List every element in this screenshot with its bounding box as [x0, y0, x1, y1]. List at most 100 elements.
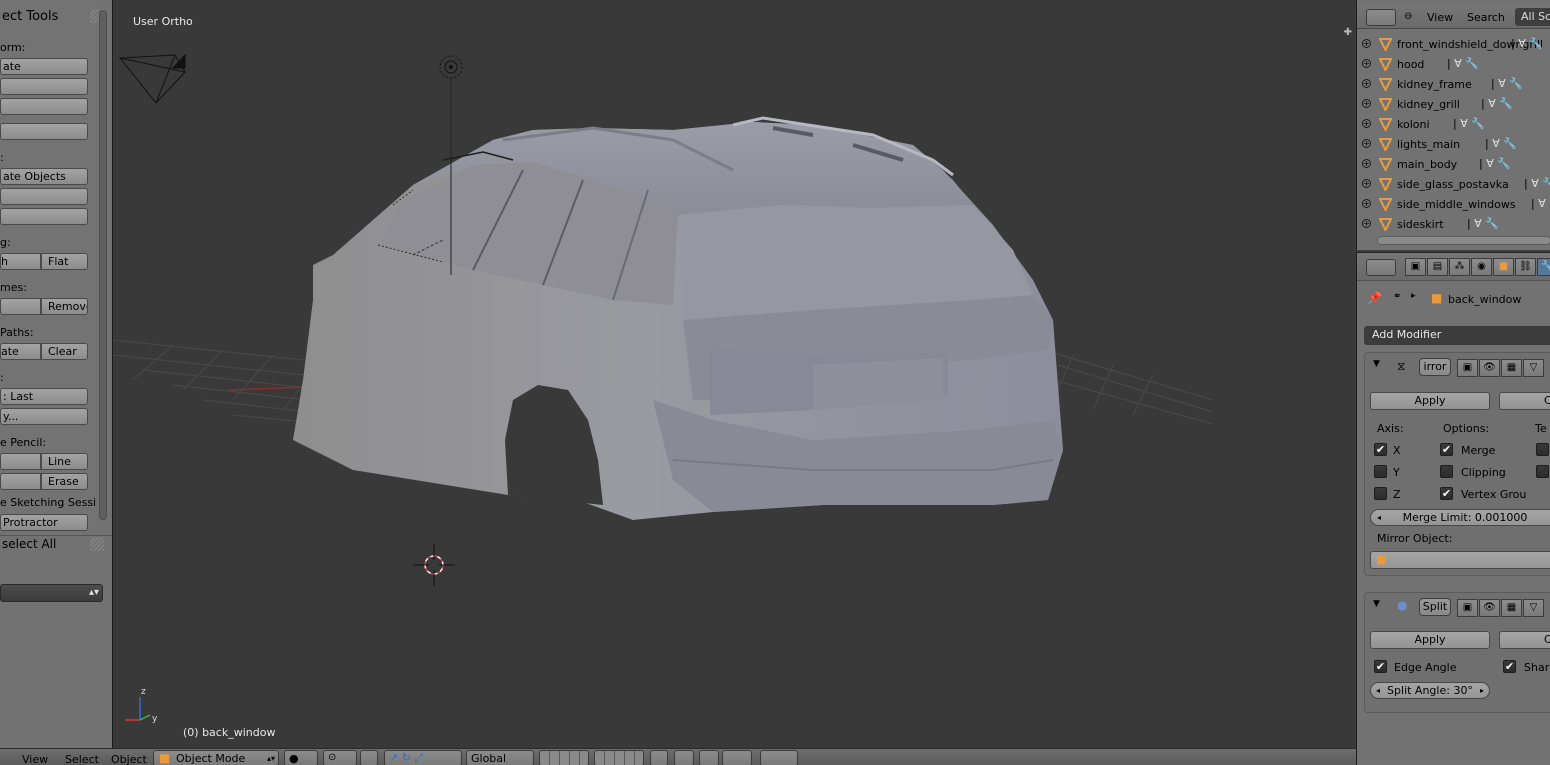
- outliner-item[interactable]: + lights_main | ∀ 🔧: [1357, 135, 1550, 155]
- object-menu[interactable]: Object: [111, 753, 147, 765]
- clear-path-button[interactable]: Clear: [41, 343, 88, 360]
- outliner-view-menu[interactable]: View: [1427, 11, 1453, 24]
- pin-icon[interactable]: 📌: [1367, 291, 1382, 305]
- render-buttons[interactable]: [760, 750, 798, 765]
- modifier-name-field[interactable]: Split: [1419, 598, 1451, 616]
- outliner-item-name[interactable]: lights_main: [1397, 138, 1460, 151]
- merge-limit-field[interactable]: ◂ Merge Limit: 0.001000: [1370, 509, 1550, 526]
- repeat-last-button[interactable]: : Last: [0, 388, 88, 405]
- split-angle-field[interactable]: ◂ Split Angle: 30° ▸: [1370, 682, 1490, 699]
- editmode-toggle-icon[interactable]: ▦: [1501, 599, 1522, 617]
- render-toggle-icon[interactable]: ▣: [1457, 359, 1478, 377]
- outliner-item-name[interactable]: sideskirt: [1397, 218, 1444, 231]
- sketching-session-toggle[interactable]: e Sketching Sessi: [0, 496, 96, 509]
- mesh-data-icon[interactable]: ∀: [1474, 217, 1482, 230]
- decrement-arrow-icon[interactable]: ◂: [1377, 510, 1381, 525]
- wrench-icon[interactable]: 🔧: [1471, 117, 1485, 130]
- mesh-data-icon[interactable]: ∀: [1531, 177, 1539, 190]
- collapse-triangle-icon[interactable]: ▼: [1373, 359, 1380, 369]
- edge-angle-checkbox[interactable]: ✔: [1374, 660, 1387, 673]
- wrench-icon[interactable]: 🔧: [1485, 217, 1499, 230]
- expand-icon[interactable]: +: [1362, 119, 1371, 128]
- collapse-icon[interactable]: ⊖: [1404, 11, 1412, 22]
- pivot-dropdown[interactable]: ⊙: [323, 750, 357, 765]
- outliner-item-name[interactable]: main_body: [1397, 158, 1457, 171]
- draw-button[interactable]: [0, 453, 41, 470]
- shading-mode-dropdown[interactable]: ●: [284, 750, 318, 765]
- editor-type-dropdown[interactable]: [1366, 9, 1396, 26]
- tool-shelf-scrollbar[interactable]: [99, 10, 107, 520]
- axis-x-checkbox[interactable]: ✔: [1374, 443, 1387, 456]
- pivot-only-locations-button[interactable]: [360, 750, 378, 765]
- expand-icon[interactable]: +: [1362, 99, 1371, 108]
- calculate-path-button[interactable]: ate: [0, 343, 41, 360]
- expand-icon[interactable]: +: [1362, 59, 1371, 68]
- smooth-button[interactable]: h: [0, 253, 41, 270]
- outliner-item-name[interactable]: koloni: [1397, 118, 1430, 131]
- 3d-cursor[interactable]: [413, 544, 455, 586]
- outliner-item[interactable]: + side_glass_postavka | ∀ 🔧: [1357, 175, 1550, 195]
- outliner-item[interactable]: + kidney_grill | ∀ 🔧: [1357, 95, 1550, 115]
- expand-icon[interactable]: +: [1362, 159, 1371, 168]
- decrement-arrow-icon[interactable]: ◂: [1376, 683, 1380, 698]
- viewport-toggle-icon[interactable]: 👁: [1479, 599, 1500, 617]
- merge-checkbox[interactable]: ✔: [1440, 443, 1453, 456]
- render-toggle-icon[interactable]: ▣: [1457, 599, 1478, 617]
- outliner-item-name[interactable]: hood: [1397, 58, 1424, 71]
- wrench-icon[interactable]: 🔧: [1542, 177, 1550, 190]
- outliner-item-name[interactable]: kidney_grill: [1397, 98, 1460, 111]
- snap-element-dropdown[interactable]: [722, 750, 752, 765]
- mesh-data-icon[interactable]: ∀: [1518, 37, 1526, 50]
- transform-orientation-dropdown[interactable]: Global: [466, 750, 534, 765]
- add-modifier-button[interactable]: Add Modifier: [1364, 326, 1550, 345]
- mesh-data-icon[interactable]: ∀: [1492, 137, 1500, 150]
- sharp-edges-checkbox[interactable]: ✔: [1503, 660, 1516, 673]
- operator-drag-handle-icon[interactable]: [90, 537, 104, 551]
- render-tab[interactable]: ▣: [1405, 258, 1426, 276]
- constraints-tab[interactable]: ⛓: [1515, 258, 1536, 276]
- apply-mirror-button[interactable]: Apply: [1370, 392, 1490, 410]
- poly-button[interactable]: [0, 473, 41, 490]
- expand-icon[interactable]: +: [1362, 179, 1371, 188]
- display-mode-dropdown[interactable]: All Scenes: [1515, 8, 1550, 26]
- scene-tab[interactable]: ⁂: [1449, 258, 1470, 276]
- operator-action-dropdown[interactable]: ▴▾: [0, 584, 103, 602]
- outliner-item[interactable]: + main_body | ∀ 🔧: [1357, 155, 1550, 175]
- duplicate-objects-button[interactable]: ate Objects: [0, 168, 88, 185]
- car-mesh[interactable]: [293, 116, 1063, 520]
- texture-v-checkbox[interactable]: [1536, 465, 1549, 478]
- outliner-item[interactable]: + hood | ∀ 🔧: [1357, 55, 1550, 75]
- mesh-data-icon[interactable]: ∀: [1460, 117, 1468, 130]
- copy-edge-split-button[interactable]: C: [1499, 631, 1550, 649]
- outliner-item[interactable]: + koloni | ∀ 🔧: [1357, 115, 1550, 135]
- wrench-icon[interactable]: 🔧: [1497, 157, 1511, 170]
- outliner-item-name[interactable]: side_middle_windows: [1397, 198, 1516, 211]
- mesh-data-icon[interactable]: ∀: [1454, 57, 1462, 70]
- increment-arrow-icon[interactable]: ▸: [1480, 683, 1484, 698]
- mesh-data-icon[interactable]: ∀: [1498, 77, 1506, 90]
- duplicate-linked-button[interactable]: [0, 188, 88, 205]
- outliner-item[interactable]: + kidney_frame | ∀ 🔧: [1357, 75, 1550, 95]
- outliner-item[interactable]: + sideskirt | ∀ 🔧: [1357, 215, 1550, 235]
- camera-object[interactable]: [118, 53, 186, 104]
- object-tab[interactable]: ■: [1493, 258, 1514, 276]
- cage-toggle-icon[interactable]: ▽: [1523, 359, 1544, 377]
- sidebar-toggle-icon[interactable]: ✚: [1344, 27, 1352, 38]
- wrench-icon[interactable]: 🔧: [1529, 37, 1543, 50]
- render-layers-tab[interactable]: ▤: [1427, 258, 1448, 276]
- wrench-icon[interactable]: 🔧: [1503, 137, 1517, 150]
- outliner-item-name[interactable]: kidney_frame: [1397, 78, 1472, 91]
- mirror-button[interactable]: [0, 123, 88, 140]
- modifiers-tab[interactable]: 🔧: [1537, 258, 1550, 276]
- expand-icon[interactable]: +: [1362, 219, 1371, 228]
- mesh-data-icon[interactable]: ∀: [1486, 157, 1494, 170]
- join-button[interactable]: [0, 208, 88, 225]
- repeat-history-button[interactable]: y...: [0, 408, 88, 425]
- outliner-item[interactable]: + side_middle_windows | ∀ 🔧: [1357, 195, 1550, 215]
- line-button[interactable]: Line: [41, 453, 88, 470]
- axis-y-checkbox[interactable]: [1374, 465, 1387, 478]
- clipping-checkbox[interactable]: [1440, 465, 1453, 478]
- lock-layers-icon[interactable]: [650, 750, 668, 765]
- remove-keyframe-button[interactable]: Remove: [41, 298, 88, 315]
- expand-icon[interactable]: +: [1362, 199, 1371, 208]
